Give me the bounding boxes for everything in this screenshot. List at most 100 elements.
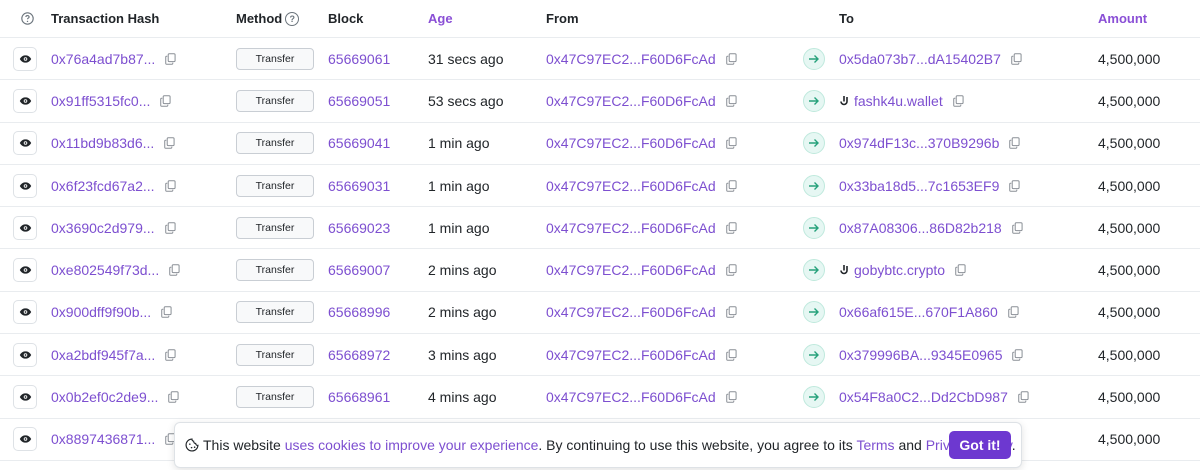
copy-icon[interactable] [1012,348,1024,361]
copy-icon[interactable] [161,306,172,319]
copy-icon[interactable] [952,95,964,107]
amount-cell: 4,500,000 [1098,304,1161,321]
cookie-policy-link[interactable]: uses cookies to improve your experience [285,437,539,453]
block-link[interactable]: 65669023 [328,220,390,236]
copy-icon[interactable] [169,264,180,276]
got-it-button[interactable]: Got it! [949,431,1011,459]
from-address-link[interactable]: 0x47C97EC2...F60D6FcAd [546,220,716,236]
block-link[interactable]: 65669007 [328,262,390,278]
from-address-link[interactable]: 0x47C97EC2...F60D6FcAd [546,389,716,405]
cookie-banner: This website uses cookies to improve you… [174,422,1022,468]
transaction-hash-link[interactable]: 0x91ff5315fc0... [51,93,150,109]
transaction-hash-link[interactable]: 0x900dff9f90b... [51,304,151,320]
table-row: 0x6f23fcd67a2... Transfer 65669031 1 min ag… [0,165,1200,208]
row-preview-cell [13,38,37,79]
copy-icon[interactable] [1018,391,1029,403]
arrow-right-icon [803,301,825,324]
to-address-link[interactable]: gobybtc.crypto [854,262,945,278]
terms-link[interactable]: Terms [856,437,894,453]
transaction-hash-link[interactable]: 0x8897436871... [51,431,155,447]
copy-icon[interactable] [164,179,176,192]
copy-icon[interactable] [1008,306,1019,319]
copy-icon[interactable] [165,348,176,361]
from-address-link[interactable]: 0x47C97EC2...F60D6FcAd [546,262,716,278]
copy-icon[interactable] [725,95,737,107]
to-address-link[interactable]: 0x33ba18d5...7c1653EF9 [839,178,999,194]
copy-icon[interactable] [1011,222,1023,234]
age-cell: 53 secs ago [428,92,504,109]
copy-icon[interactable] [725,52,737,65]
table-row: 0x76a4ad7b87... Transfer 65669061 31 secs a… [0,38,1200,81]
eye-icon[interactable] [13,427,37,452]
copy-icon[interactable] [165,52,176,65]
eye-icon[interactable] [13,385,37,410]
eye-icon[interactable] [13,215,37,240]
header-age-toggle[interactable]: Age [428,0,453,37]
eye-icon[interactable] [13,300,37,325]
block-link[interactable]: 65669061 [328,51,390,67]
block-cell: 65669031 [328,165,390,206]
eye-icon[interactable] [13,88,37,113]
to-address-link[interactable]: 0x974dF13c...370B9296b [839,135,999,151]
block-link[interactable]: 65669031 [328,178,390,194]
eye-icon[interactable] [13,258,37,283]
to-address-link[interactable]: 0x87A08306...86D82b218 [839,220,1002,236]
hash-cell: 0x11bd9b83d6... [51,123,175,164]
transaction-hash-link[interactable]: 0x6f23fcd67a2... [51,178,155,194]
copy-icon[interactable] [955,264,966,276]
eye-icon[interactable] [13,131,37,156]
name-service-icon [839,264,849,276]
method-badge: Transfer [236,343,314,366]
to-address-link[interactable]: 0x379996BA...9345E0965 [839,347,1002,363]
transaction-hash-link[interactable]: 0x0b2ef0c2de9... [51,389,158,405]
to-address-link[interactable]: 0x54F8a0C2...Dd2CbD987 [839,389,1008,405]
from-address-link[interactable]: 0x47C97EC2...F60D6FcAd [546,304,716,320]
from-address-link[interactable]: 0x47C97EC2...F60D6FcAd [546,135,716,151]
question-circle-icon[interactable] [20,12,34,25]
eye-icon[interactable] [13,342,37,367]
block-link[interactable]: 65668961 [328,389,390,405]
copy-icon[interactable] [160,95,171,107]
method-help-icon[interactable]: ? [285,11,300,26]
copy-icon[interactable] [725,222,737,234]
copy-icon[interactable] [725,391,737,403]
transaction-hash-link[interactable]: 0x3690c2d979... [51,220,155,236]
copy-icon[interactable] [1011,52,1022,65]
header-method: Method ? [236,0,300,37]
copy-icon[interactable] [725,348,737,361]
transaction-hash-link[interactable]: 0x76a4ad7b87... [51,51,155,67]
header-amount[interactable]: Amount [1098,0,1147,37]
block-link[interactable]: 65668996 [328,304,390,320]
block-link[interactable]: 65669041 [328,135,390,151]
to-address-link[interactable]: 0x66af615E...670F1A860 [839,304,998,320]
from-address-link[interactable]: 0x47C97EC2...F60D6FcAd [546,93,716,109]
copy-icon[interactable] [1009,137,1020,149]
cookie-icon [185,438,199,452]
to-address-link[interactable]: 0x5da073b7...dA15402B7 [839,51,1001,67]
transaction-hash-link[interactable]: 0xa2bdf945f7a... [51,347,155,363]
direction-cell [803,38,825,79]
copy-icon[interactable] [725,179,737,192]
copy-icon[interactable] [1009,179,1020,192]
cookie-message: This website uses cookies to improve you… [203,437,1016,453]
help-column[interactable] [14,0,40,37]
copy-icon[interactable] [725,137,737,149]
copy-icon[interactable] [725,306,737,319]
copy-icon[interactable] [168,391,180,403]
block-cell: 65668961 [328,376,390,417]
table-row: 0x91ff5315fc0... Transfer 65669051 53 secs … [0,80,1200,123]
transaction-hash-link[interactable]: 0x11bd9b83d6... [51,135,154,151]
eye-icon[interactable] [13,173,37,198]
block-link[interactable]: 65668972 [328,347,390,363]
eye-icon[interactable] [13,46,37,71]
age-cell: 1 min ago [428,135,490,152]
block-link[interactable]: 65669051 [328,93,390,109]
from-address-link[interactable]: 0x47C97EC2...F60D6FcAd [546,347,716,363]
transaction-hash-link[interactable]: 0xe802549f73d... [51,262,159,278]
to-address-link[interactable]: fashk4u.wallet [854,93,943,109]
copy-icon[interactable] [164,222,176,234]
from-address-link[interactable]: 0x47C97EC2...F60D6FcAd [546,51,716,67]
copy-icon[interactable] [164,137,175,149]
from-address-link[interactable]: 0x47C97EC2...F60D6FcAd [546,178,716,194]
copy-icon[interactable] [725,264,737,276]
